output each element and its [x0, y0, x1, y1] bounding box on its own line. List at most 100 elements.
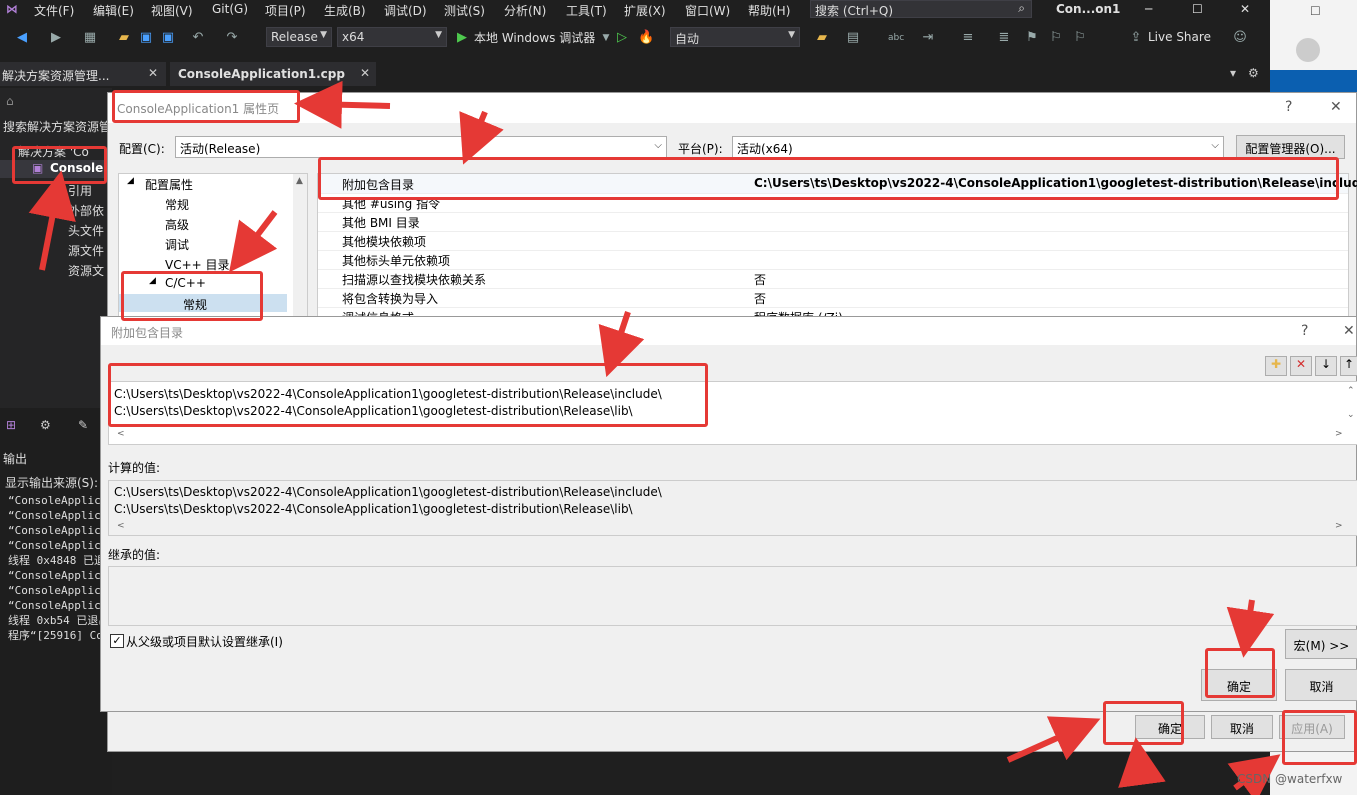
tree-item-resources[interactable]: 资源文 [68, 262, 104, 279]
folder-icon[interactable]: ▰ [814, 30, 830, 46]
menu-view[interactable]: 视图(V) [151, 2, 193, 19]
new-line-icon[interactable]: ✚ [1265, 356, 1287, 376]
menu-git[interactable]: Git(G) [212, 2, 248, 16]
tab-list-icon[interactable]: ▾ [1230, 66, 1236, 80]
tab-solution-explorer[interactable]: 解决方案资源管理... ✕ [0, 62, 166, 86]
chevron-down-icon[interactable]: ▼ [598, 30, 614, 46]
macro-button[interactable]: 宏(M) >> [1285, 629, 1357, 659]
platform-combo[interactable]: x64 ▼ [337, 27, 447, 47]
menu-debug[interactable]: 调试(D) [384, 2, 427, 19]
menu-build[interactable]: 生成(B) [324, 2, 366, 19]
uncomment-icon[interactable]: ≣ [996, 30, 1012, 46]
chevron-left-icon[interactable]: < [117, 429, 125, 439]
indent-icon[interactable]: ⇥ [920, 30, 936, 46]
layout-icon[interactable]: ▤ [845, 30, 861, 46]
tree-item-external[interactable]: 外部依 [68, 202, 104, 219]
move-down-icon[interactable]: ↓ [1315, 356, 1337, 376]
include-cancel-button[interactable]: 取消 [1285, 669, 1357, 701]
config-manager-button[interactable]: 配置管理器(O)... [1236, 135, 1345, 159]
comment-icon[interactable]: ≡ [960, 30, 976, 46]
props-icon[interactable]: ⚙ [40, 418, 51, 432]
feedback-icon[interactable]: ☺ [1232, 30, 1248, 46]
tree-item-references[interactable]: 引用 [68, 182, 92, 199]
run-without-debug-icon[interactable]: ▷ [614, 30, 630, 46]
config-select[interactable]: 活动(Release) ⌵ [175, 136, 667, 158]
chevron-left-icon[interactable]: < [117, 521, 125, 531]
close-button[interactable]: ✕ [1343, 323, 1355, 339]
live-share-button[interactable]: Live Share [1148, 30, 1211, 44]
maximize-button[interactable]: ☐ [1192, 2, 1203, 16]
chevron-up-icon[interactable]: ▲ [296, 176, 303, 186]
hot-reload-icon[interactable]: 🔥 [638, 30, 654, 46]
menu-extensions[interactable]: 扩展(X) [624, 2, 666, 19]
menu-tools[interactable]: 工具(T) [566, 2, 607, 19]
close-button[interactable]: ✕ [1330, 99, 1342, 115]
help-button[interactable]: ? [1285, 99, 1292, 115]
square-icon[interactable]: ☐ [1310, 4, 1321, 18]
menu-analyze[interactable]: 分析(N) [504, 2, 546, 19]
property-row[interactable]: 其他 BMI 目录 [318, 212, 1348, 232]
close-icon[interactable]: ✕ [360, 66, 370, 80]
config-combo[interactable]: Release ▼ [266, 27, 332, 47]
bookmark-next-icon[interactable]: ⚐ [1072, 30, 1088, 46]
menu-window[interactable]: 窗口(W) [685, 2, 730, 19]
tree-item-debugging[interactable]: 调试 [165, 236, 189, 253]
open-folder-icon[interactable]: ▰ [116, 30, 132, 46]
back-icon[interactable]: ◀ [14, 30, 30, 46]
property-value[interactable]: 否 [754, 271, 766, 288]
property-row[interactable]: 其他标头单元依赖项 [318, 250, 1348, 270]
menu-project[interactable]: 项目(P) [265, 2, 306, 19]
menu-test[interactable]: 测试(S) [444, 2, 485, 19]
home-icon[interactable]: ⌂ [6, 94, 14, 108]
tree-root[interactable]: 配置属性 [145, 176, 193, 193]
chevron-right-icon[interactable]: > [1335, 429, 1343, 439]
chevron-right-icon[interactable]: > [1335, 521, 1343, 531]
avatar[interactable] [1296, 38, 1320, 62]
save-icon[interactable]: ▣ [138, 30, 154, 46]
tree-item-sources[interactable]: 源文件 [68, 242, 104, 259]
tree-scrollbar[interactable]: ▲ [293, 174, 307, 324]
property-row[interactable]: 将包含转换为导入 否 [318, 288, 1348, 308]
bookmark-icon[interactable]: ⚑ [1024, 30, 1040, 46]
run-debugger-button[interactable]: 本地 Windows 调试器 [474, 29, 595, 46]
tree-item-advanced[interactable]: 高级 [165, 216, 189, 233]
spell-check-icon[interactable]: abc [888, 30, 904, 46]
chevron-up-icon[interactable]: ⌃ [1347, 386, 1355, 396]
prop-cancel-button[interactable]: 取消 [1211, 715, 1273, 739]
bookmark-prev-icon[interactable]: ⚐ [1048, 30, 1064, 46]
run-icon[interactable]: ▶ [454, 30, 470, 46]
tree-item-general[interactable]: 常规 [165, 196, 189, 213]
inherit-checkbox[interactable]: ✓ [110, 634, 124, 648]
chevron-down-icon[interactable]: ⌄ [1347, 410, 1355, 420]
menu-file[interactable]: 文件(F) [34, 2, 74, 19]
wrench-icon[interactable]: ✎ [78, 418, 88, 432]
close-icon[interactable]: ✕ [148, 66, 158, 80]
menu-edit[interactable]: 编辑(E) [93, 2, 134, 19]
menu-help[interactable]: 帮助(H) [748, 2, 790, 19]
solution-search[interactable]: 搜索解决方案资源管 [3, 118, 111, 135]
delete-icon[interactable]: ✕ [1290, 356, 1312, 376]
minimize-button[interactable]: ─ [1145, 2, 1152, 16]
new-project-icon[interactable]: ▦ [82, 30, 98, 46]
property-value[interactable]: 否 [754, 290, 766, 307]
auto-combo[interactable]: 自动 ▼ [670, 27, 800, 47]
forward-icon[interactable]: ▶ [48, 30, 64, 46]
vs-logo-icon[interactable]: ⋈ [6, 2, 18, 16]
search-box[interactable]: 搜索 (Ctrl+Q) ⌕ [810, 0, 1032, 18]
undo-icon[interactable]: ↶ [190, 30, 206, 46]
highlight-prop-ok [1103, 701, 1184, 745]
platform-label: 平台(P): [678, 142, 723, 156]
tab-file[interactable]: ConsoleApplication1.cpp ✕ [170, 62, 376, 86]
help-button[interactable]: ? [1301, 323, 1308, 339]
platform-select[interactable]: 活动(x64) ⌵ [732, 136, 1224, 158]
property-row[interactable]: 扫描源以查找模块依赖关系 否 [318, 269, 1348, 289]
gear-icon[interactable]: ⚙ [1248, 66, 1259, 80]
save-all-icon[interactable]: ▣ [160, 30, 176, 46]
redo-icon[interactable]: ↷ [224, 30, 240, 46]
move-up-icon[interactable]: ↑ [1340, 356, 1357, 376]
output-icon[interactable]: ⊞ [6, 418, 16, 432]
property-row[interactable]: 其他模块依赖项 [318, 231, 1348, 251]
close-window-button[interactable]: ✕ [1240, 2, 1250, 16]
tree-item-headers[interactable]: 头文件 [68, 222, 104, 239]
expand-icon[interactable]: ◢ [127, 176, 134, 186]
